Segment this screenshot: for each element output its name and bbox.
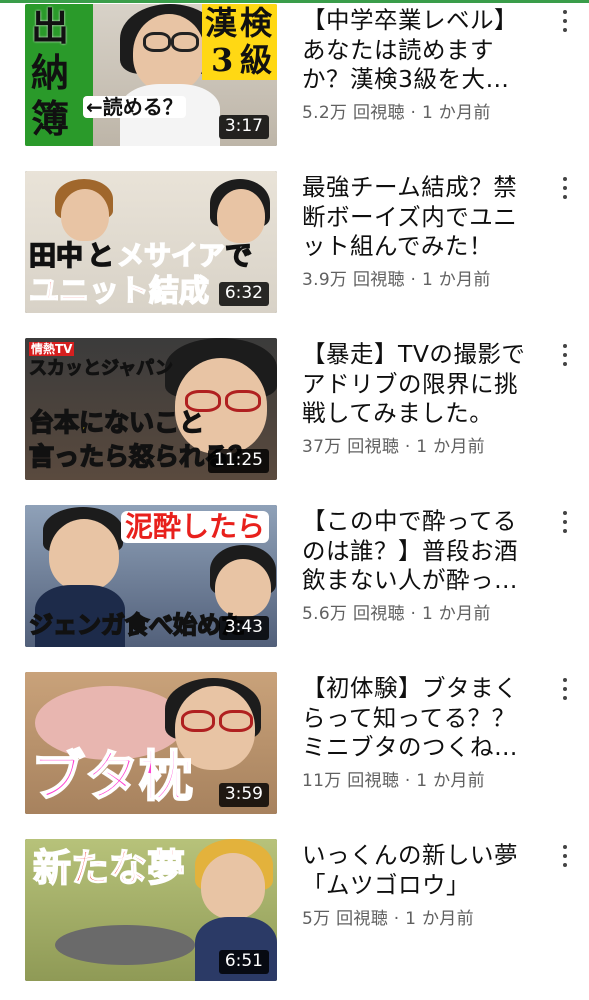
video-meta: 3.9万 回視聴 · 1 か月前 [302,265,491,290]
thumb-text: 検 [240,4,273,42]
view-count: 3.9万 回視聴 [302,270,405,290]
video-title[interactable]: 【暴走】TVの撮影でアドリブの限界に挑戦してみました。 [302,340,534,429]
video-title[interactable]: 【初体験】ブタまくらって知ってる？？ミニブタのつくね… [302,674,534,763]
more-vert-icon[interactable] [556,10,574,32]
thumb-text: で [224,241,253,272]
video-thumbnail[interactable]: 出 納 簿 ←読める？ 漢 検 3 級 3:17 [25,4,277,146]
video-meta: 11万 回視聴 · 1 か月前 [302,766,485,791]
upload-age: 1 か月前 [421,604,491,624]
thumb-text: ユニット結成 [28,274,210,309]
thumb-text: ブタ枕 [30,745,194,808]
duration-badge: 3:59 [218,783,269,807]
upload-age: 1 か月前 [405,909,474,929]
thumb-text: 級 [240,41,273,79]
video-meta: 37万 回視聴 · 1 か月前 [302,432,485,457]
view-count: 5.6万 回視聴 [302,604,405,624]
thumb-text: 3 [211,41,234,79]
duration-badge: 6:32 [218,282,269,306]
video-thumbnail[interactable]: ブタ枕 3:59 [25,672,277,814]
thumb-text: ジェンガ食べ始めた [28,611,246,639]
video-item[interactable]: ブタ枕 3:59 【初体験】ブタまくらって知ってる？？ミニブタのつくね… 11万… [0,672,589,822]
video-meta: 5.2万 回視聴 · 1 か月前 [302,98,491,123]
video-item[interactable]: 泥酔したら ジェンガ食べ始めた 3:43 【この中で酔ってるのは誰？】普段お酒飲… [0,505,589,655]
thumb-text: スカッとジャパン [29,358,174,379]
meta-separator: · [404,270,422,290]
thumb-text: ←読める？ [83,96,186,118]
top-accent-bar [0,0,589,3]
upload-age: 1 か月前 [421,103,491,123]
thumb-text: 田中 [28,241,84,272]
meta-separator: · [399,771,417,791]
view-count: 5万 回視聴 [302,909,389,929]
video-title[interactable]: 【中学卒業レベル】あなたは読めますか？漢検3級を大… [302,6,534,95]
thumb-text: 言ったら [28,442,130,471]
duration-badge: 11:25 [208,449,269,473]
more-vert-icon[interactable] [556,344,574,366]
upload-age: 1 か月前 [416,771,485,791]
thumb-text: 納 [31,51,70,95]
thumb-text: と [86,241,115,272]
video-item[interactable]: 情熱TV スカッとジャパン 台本にないこと 言ったら 怒られる？ 11:25 【… [0,338,589,488]
video-thumbnail[interactable]: 田中 と メサイア で ユニット結成 6:32 [25,171,277,313]
duration-badge: 3:43 [218,616,269,640]
upload-age: 1 か月前 [421,270,491,290]
thumb-text: 出 [31,5,70,49]
view-count: 37万 回視聴 [302,437,400,457]
video-title[interactable]: 【この中で酔ってるのは誰？】普段お酒飲まない人が酔っ… [302,507,534,596]
video-item[interactable]: 出 納 簿 ←読める？ 漢 検 3 級 3:17 【中学卒業レベル】あなたは読め… [0,4,589,154]
video-meta: 5万 回視聴 · 1 か月前 [302,904,474,929]
video-thumbnail[interactable]: 泥酔したら ジェンガ食べ始めた 3:43 [25,505,277,647]
video-item[interactable]: 新たな夢 6:51 いっくんの新しい夢「ムツゴロウ」 5万 回視聴 · 1 か月… [0,839,589,989]
meta-separator: · [404,604,422,624]
thumb-text: 台本にないこと [28,408,205,437]
video-title[interactable]: 最強チーム結成？禁断ボーイズ内でユニット組んでみた！ [302,173,534,262]
meta-separator: · [388,909,406,929]
duration-badge: 6:51 [218,950,269,974]
meta-separator: · [399,437,417,457]
more-vert-icon[interactable] [556,845,574,867]
video-title[interactable]: いっくんの新しい夢「ムツゴロウ」 [302,841,534,900]
thumb-text: 泥酔したら [121,511,270,543]
more-vert-icon[interactable] [556,177,574,199]
thumb-text: 漢 [205,4,238,42]
thumb-text: 情熱TV [29,342,75,356]
duration-badge: 3:17 [218,115,269,139]
more-vert-icon[interactable] [556,678,574,700]
thumb-text: メサイア [116,241,226,272]
view-count: 11万 回視聴 [302,771,400,791]
thumb-text: 簿 [31,97,70,141]
video-meta: 5.6万 回視聴 · 1 か月前 [302,599,491,624]
view-count: 5.2万 回視聴 [302,103,405,123]
upload-age: 1 か月前 [416,437,485,457]
video-item[interactable]: 田中 と メサイア で ユニット結成 6:32 最強チーム結成？禁断ボーイズ内で… [0,171,589,321]
video-thumbnail[interactable]: 情熱TV スカッとジャパン 台本にないこと 言ったら 怒られる？ 11:25 [25,338,277,480]
meta-separator: · [404,103,422,123]
more-vert-icon[interactable] [556,511,574,533]
video-thumbnail[interactable]: 新たな夢 6:51 [25,839,277,981]
thumb-text: 新たな夢 [32,846,186,890]
